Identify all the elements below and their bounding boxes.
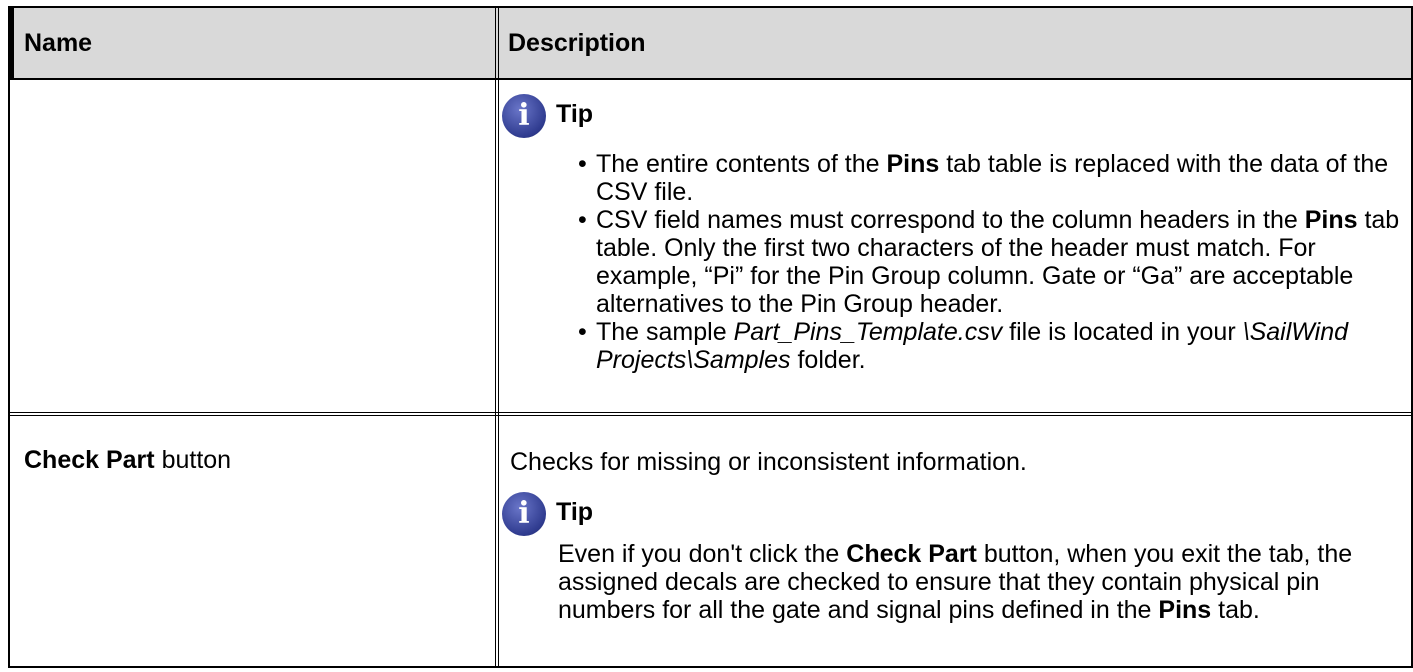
tip-paragraph: Even if you don't click the Check Part b… xyxy=(558,540,1388,624)
text: The sample xyxy=(596,318,734,346)
list-item: The entire contents of the Pins tab tabl… xyxy=(578,150,1408,206)
text-italic: Part_Pins_Template.csv xyxy=(733,318,1003,346)
column-divider xyxy=(495,8,496,666)
text-bold: Check Part xyxy=(24,446,155,474)
row2-name: Check Part button xyxy=(24,446,231,474)
info-icon: i xyxy=(502,94,546,138)
info-icon: i xyxy=(502,492,546,536)
row-divider xyxy=(10,415,1411,416)
tip-label: Tip xyxy=(556,498,594,526)
tip-label: Tip xyxy=(556,100,594,128)
text: The entire contents of the xyxy=(596,150,887,178)
text-bold: Pins xyxy=(1158,596,1212,624)
table-header: Name Description xyxy=(10,8,1411,80)
header-name: Name xyxy=(24,29,93,57)
text: Even if you don't click the xyxy=(558,540,847,568)
list-item: The sample Part_Pins_Template.csv file i… xyxy=(578,318,1408,374)
text: folder. xyxy=(790,346,866,374)
text: CSV field names must correspond to the c… xyxy=(596,206,1305,234)
text: file is located in your xyxy=(1002,318,1243,346)
text: tab. xyxy=(1211,596,1260,624)
text: button xyxy=(154,446,232,474)
row2-description: Checks for missing or inconsistent infor… xyxy=(510,448,1027,476)
column-divider xyxy=(498,8,499,666)
text-bold: Check Part xyxy=(846,540,977,568)
text-bold: Pins xyxy=(1304,206,1358,234)
row-divider xyxy=(10,412,1411,413)
text-bold: Pins xyxy=(886,150,940,178)
list-item: CSV field names must correspond to the c… xyxy=(578,206,1408,318)
tip-bullet-list: The entire contents of the Pins tab tabl… xyxy=(578,150,1408,374)
document-table: Name Description i Tip The entire conten… xyxy=(8,6,1413,668)
header-description: Description xyxy=(508,29,646,57)
